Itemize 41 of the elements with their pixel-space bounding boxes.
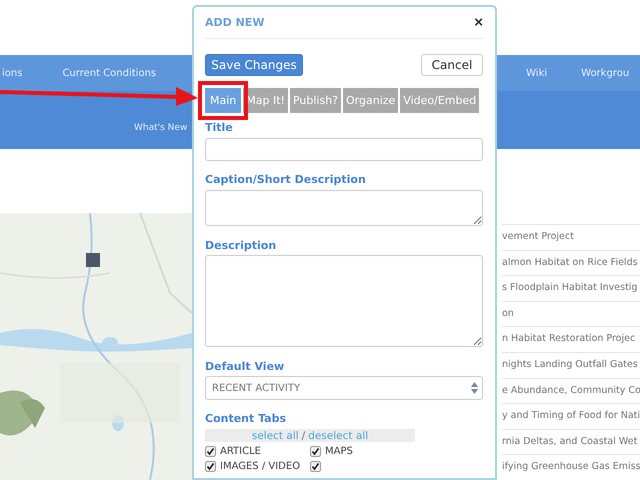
nav-link[interactable]: Workgrou (581, 68, 630, 78)
field-label: Content Tabs (205, 412, 286, 425)
checkbox[interactable] (205, 446, 216, 457)
input-field[interactable] (205, 138, 483, 161)
cancel-button[interactable]: Cancel (421, 54, 483, 76)
project-link[interactable]: e Abundance, Community Co (502, 378, 640, 404)
nav-link[interactable]: Current Conditions (62, 68, 156, 78)
nav-link[interactable]: ions (2, 68, 22, 78)
field-label: Default View (205, 360, 284, 373)
project-link[interactable]: on (502, 300, 640, 326)
project-link[interactable]: s Floodplain Habitat Investig (502, 275, 640, 301)
project-link[interactable]: y and Timing of Food for Nati (502, 403, 640, 429)
deselect-all-link[interactable]: deselect all (308, 430, 368, 442)
nav-link[interactable]: Wiki (526, 68, 548, 78)
nav-link[interactable]: What's New (134, 123, 188, 149)
select-all-link[interactable]: select all (252, 430, 299, 442)
tab[interactable]: Main (205, 88, 242, 113)
project-link[interactable]: vement Project (502, 224, 640, 250)
checkbox-label: MAPS (325, 446, 353, 457)
checkbox[interactable] (310, 446, 321, 457)
project-link[interactable]: almon Habitat on Rice Fields (502, 250, 640, 276)
field-label: Caption/Short Description (205, 173, 366, 186)
project-link[interactable]: nights Landing Outfall Gates (502, 352, 640, 378)
tab[interactable]: Video/Embed (400, 88, 480, 113)
save-button[interactable]: Save Changes (205, 54, 303, 76)
project-link[interactable]: ifying Greenhouse Gas Emiss (502, 454, 640, 480)
tab[interactable]: Organize (343, 88, 398, 113)
highlight-box (198, 81, 248, 120)
dialog-title: ADD NEW (205, 16, 264, 29)
project-link[interactable]: rnia Deltas, and Coastal Wet (502, 428, 640, 454)
field-label: Description (205, 239, 276, 252)
field-label: Title (205, 121, 233, 134)
checkbox[interactable] (205, 461, 216, 472)
checkbox-label: IMAGES / VIDEO (220, 461, 300, 472)
checkbox-label: ARTICLE (220, 446, 261, 457)
separator: / (302, 430, 306, 442)
dropdown[interactable]: RECENT ACTIVITY (205, 376, 483, 400)
project-link[interactable]: n Habitat Restoration Projec (502, 326, 640, 352)
tab[interactable]: Publish? (290, 88, 342, 113)
checkbox[interactable] (310, 461, 321, 472)
spinner-icon (471, 382, 478, 394)
